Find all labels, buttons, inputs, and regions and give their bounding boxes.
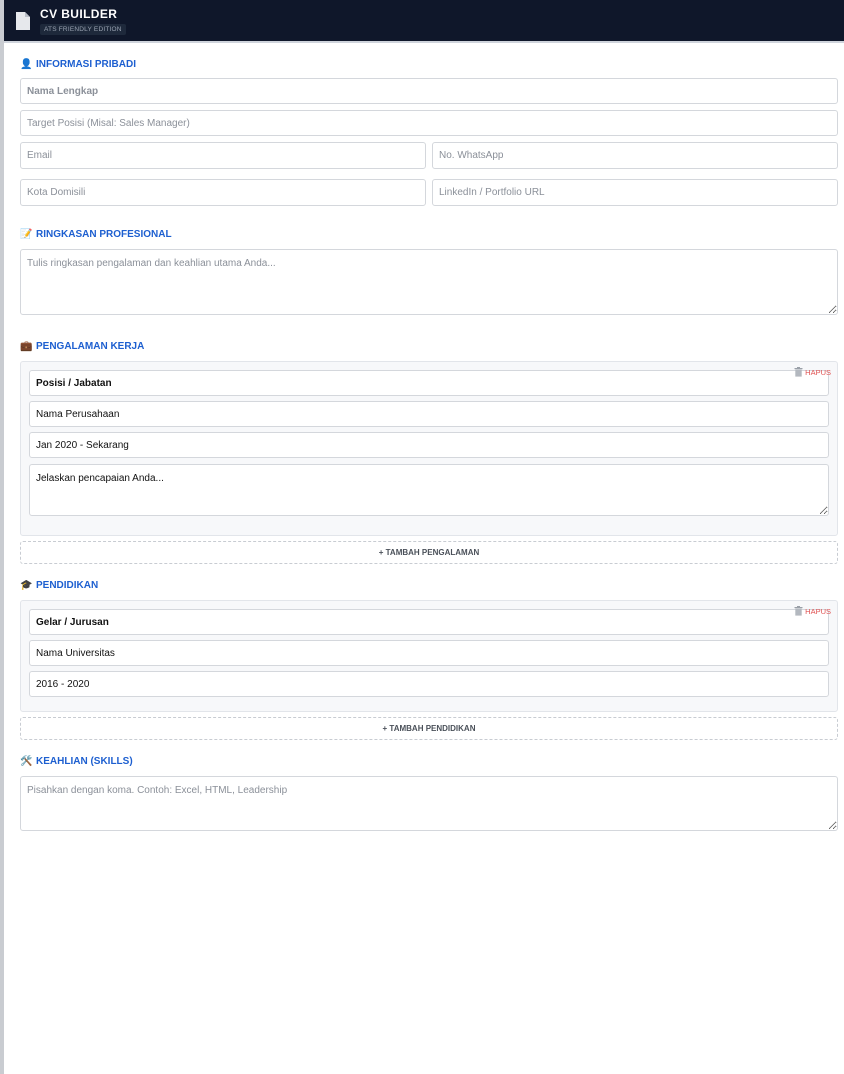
target-position-input[interactable] xyxy=(20,110,838,136)
email-input[interactable] xyxy=(20,142,426,169)
section-label: RINGKASAN PROFESIONAL xyxy=(36,229,172,240)
contact-row xyxy=(20,142,838,169)
section-label: INFORMASI PRIBADI xyxy=(36,59,136,70)
education-period-input[interactable] xyxy=(29,671,829,697)
brand: CV BUILDER ATS FRIENDLY EDITION xyxy=(40,7,126,35)
edition-badge: ATS FRIENDLY EDITION xyxy=(40,23,126,35)
whatsapp-input[interactable] xyxy=(432,142,838,169)
job-position-input[interactable] xyxy=(29,370,829,396)
summary-textarea[interactable] xyxy=(20,249,838,315)
tools-icon: 🛠️ xyxy=(20,756,33,767)
memo-icon: 📝 xyxy=(20,229,33,240)
linkedin-input[interactable] xyxy=(432,179,838,206)
skills-textarea[interactable] xyxy=(20,776,838,831)
trash-icon xyxy=(794,367,803,377)
delete-label: HAPUS xyxy=(805,367,831,377)
city-input[interactable] xyxy=(20,179,426,206)
graduation-cap-icon: 🎓 xyxy=(20,580,33,591)
section-title-skills: 🛠️ KEAHLIAN (SKILLS) xyxy=(20,756,838,767)
section-title-summary: 📝 RINGKASAN PROFESIONAL xyxy=(20,229,838,240)
section-label: PENDIDIKAN xyxy=(36,580,99,591)
form-content: 👤 INFORMASI PRIBADI 📝 RINGKASAN PROFESIO… xyxy=(4,59,844,831)
app-title: CV BUILDER xyxy=(40,6,118,21)
experience-card: HAPUS Jelaskan pencapaian Anda... xyxy=(20,361,838,536)
person-icon: 👤 xyxy=(20,59,33,70)
cv-builder-app: CV BUILDER ATS FRIENDLY EDITION 👤 INFORM… xyxy=(4,0,844,1074)
university-input[interactable] xyxy=(29,640,829,666)
degree-input[interactable] xyxy=(29,609,829,635)
delete-label: HAPUS xyxy=(805,606,831,616)
company-input[interactable] xyxy=(29,401,829,427)
job-period-input[interactable] xyxy=(29,432,829,458)
education-card: HAPUS xyxy=(20,600,838,712)
location-row xyxy=(20,179,838,206)
briefcase-icon: 💼 xyxy=(20,341,33,352)
add-experience-button[interactable]: + TAMBAH PENGALAMAN xyxy=(20,541,838,564)
delete-education-button[interactable]: HAPUS xyxy=(794,606,831,616)
trash-icon xyxy=(794,606,803,616)
document-icon xyxy=(16,11,30,30)
job-description-textarea[interactable]: Jelaskan pencapaian Anda... xyxy=(29,464,829,516)
section-label: KEAHLIAN (SKILLS) xyxy=(36,756,133,767)
app-header: CV BUILDER ATS FRIENDLY EDITION xyxy=(4,0,844,43)
section-title-personal: 👤 INFORMASI PRIBADI xyxy=(20,59,838,70)
section-title-experience: 💼 PENGALAMAN KERJA xyxy=(20,341,838,352)
add-education-button[interactable]: + TAMBAH PENDIDIKAN xyxy=(20,717,838,740)
section-label: PENGALAMAN KERJA xyxy=(36,341,145,352)
full-name-input[interactable] xyxy=(20,78,838,104)
delete-experience-button[interactable]: HAPUS xyxy=(794,367,831,377)
section-title-education: 🎓 PENDIDIKAN xyxy=(20,580,838,591)
